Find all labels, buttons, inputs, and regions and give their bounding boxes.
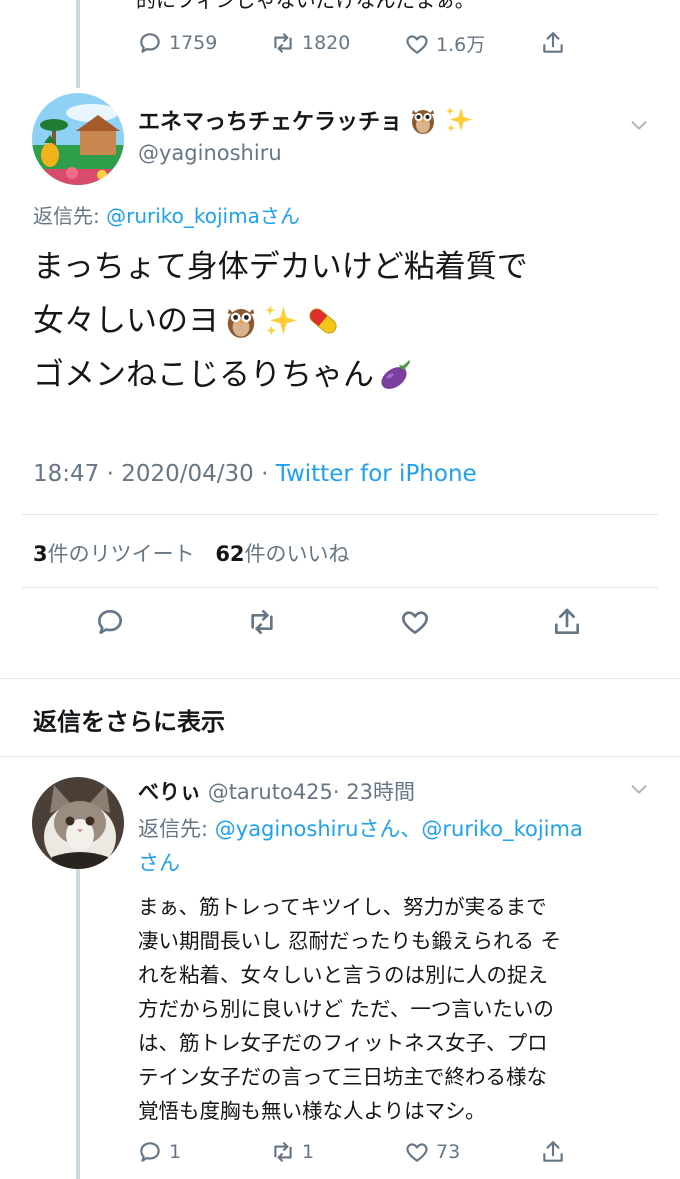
sparkles-emoji [265, 305, 297, 336]
reply-tweet-body: まぁ、筋トレってキツイし、努力が実るまで 凄い期間長いし 忍耐だったりも鍛えられ… [138, 890, 561, 1128]
main-handle[interactable]: @yaginoshiru [138, 141, 282, 165]
owl-emoji [227, 309, 255, 338]
main-reply-button[interactable] [94, 606, 126, 638]
main-tweet-source[interactable]: Twitter for iPhone [276, 461, 477, 487]
owl-emoji [412, 110, 435, 134]
reply-avatar-image [32, 777, 124, 869]
retweet-icon [274, 33, 292, 53]
main-tweet-body: まっちょて身体デカいけど粘着質で 女々しいのヨ ゴメンねこじるりちゃん [33, 240, 528, 402]
avatar[interactable] [32, 93, 124, 185]
main-tweet-line-3-text: ゴメンねこじるりちゃん [33, 357, 374, 393]
reply-icon [140, 1142, 160, 1162]
reply-handle[interactable]: @taruto425 [208, 780, 333, 804]
reply-display-name[interactable]: べりぃ [138, 780, 201, 804]
reply-retweet-count: 1 [302, 1141, 315, 1163]
main-tweet-line-2-text: 女々しいのヨ [33, 303, 219, 339]
main-author[interactable]: エネマっちチェケラッチョ [138, 104, 474, 136]
reply-reply-to: 返信先: @yaginoshiruさん、@ruriko_kojima さん [138, 812, 583, 880]
reply-line-6: テイン女子だの言って三日坊主で終わる様な [138, 1065, 547, 1089]
main-reply-to-link[interactable]: @ruriko_kojimaさん [106, 204, 300, 228]
thread-line-reply [76, 869, 80, 1179]
share-icon [543, 32, 563, 53]
divider [0, 756, 680, 757]
reply-line-7: 覚悟も度胸も無い様な人よりはマシ。 [138, 1099, 486, 1123]
chevron-down-icon [631, 785, 647, 794]
main-tweet-time: 18:47 · 2020/04/30 · [33, 461, 276, 487]
share-icon [555, 608, 579, 634]
reply-icon [140, 33, 160, 53]
divider [22, 514, 658, 515]
reply-line-5: は、筋トレ女子だのフィットネス女子、プロ [138, 1031, 548, 1055]
avatar-image [32, 93, 124, 185]
retweet-stat-label: 件のリツイート [47, 542, 195, 566]
chevron-down-icon [631, 121, 647, 130]
reply-tweet-menu[interactable] [628, 778, 650, 804]
thread-line-top [76, 0, 80, 88]
like-icon [406, 1143, 428, 1162]
prev-reply-button[interactable]: 1759 [137, 30, 217, 56]
like-stat[interactable]: 62件のいいね [215, 542, 349, 566]
reply-reply-count: 1 [169, 1141, 182, 1163]
reply-line-2: 凄い期間長いし 忍耐だったりも鍛えられる そ [138, 929, 562, 953]
prev-retweet-button[interactable]: 1820 [270, 30, 350, 56]
reply-reply-button[interactable]: 1 [137, 1139, 181, 1165]
main-retweet-button[interactable] [246, 606, 278, 638]
retweet-icon [274, 1142, 292, 1162]
reply-header: べりぃ @taruto425· 23時間 [138, 776, 415, 806]
share-icon [543, 1141, 563, 1162]
retweet-stat[interactable]: 3件のリツイート [33, 542, 201, 566]
prev-tweet-text: 的にフィンじゃないだけなんだまぁ。 [136, 0, 475, 12]
main-tweet-menu[interactable] [628, 114, 650, 140]
reply-share-button[interactable] [540, 1139, 566, 1165]
like-stat-label: 件のいいね [244, 542, 350, 566]
sparkles-emoji [446, 107, 473, 132]
reply-like-button[interactable]: 73 [404, 1139, 460, 1165]
reply-reply-to-suffix[interactable]: さん [138, 846, 583, 880]
reply-retweet-button[interactable]: 1 [270, 1139, 314, 1165]
reply-line-3: れを粘着、女々しいと言うのは別に人の捉え [138, 963, 548, 987]
prev-share-button[interactable] [540, 30, 566, 56]
main-share-button[interactable] [551, 606, 583, 638]
main-display-name: エネマっちチェケラッチョ [138, 110, 403, 135]
like-icon [402, 611, 428, 634]
reply-icon [98, 610, 122, 634]
prev-retweet-count: 1820 [302, 32, 351, 54]
main-reply-to: 返信先: @ruriko_kojimaさん [33, 200, 300, 229]
main-tweet-stats: 3件のリツイート 62件のいいね [33, 538, 350, 568]
reply-line-4: 方だから別に良いけど ただ、一つ言いたいの [138, 997, 554, 1021]
main-tweet-line-2: 女々しいのヨ [33, 294, 528, 348]
reply-reply-to-link[interactable]: @yaginoshiruさん、@ruriko_kojima [215, 817, 583, 841]
like-stat-count: 62 [215, 542, 245, 566]
like-icon [406, 34, 428, 54]
prev-like-button[interactable]: 1.6万 [404, 30, 485, 57]
reply-avatar[interactable] [32, 777, 124, 869]
reply-like-count: 73 [436, 1141, 461, 1163]
prev-reply-count: 1759 [169, 32, 218, 54]
pill-emoji [309, 308, 337, 334]
retweet-icon [251, 610, 273, 634]
eggplant-emoji [381, 360, 410, 389]
more-replies-title[interactable]: 返信をさらに表示 [33, 702, 225, 737]
retweet-stat-count: 3 [33, 542, 48, 566]
prev-like-count: 1.6万 [436, 34, 486, 56]
main-like-button[interactable] [399, 606, 431, 638]
reply-reply-prefix: 返信先: [138, 817, 215, 841]
reply-line-1: まぁ、筋トレってキツイし、努力が実るまで [138, 895, 547, 919]
divider [22, 587, 658, 588]
main-tweet-meta: 18:47 · 2020/04/30 · Twitter for iPhone [33, 461, 477, 487]
main-tweet-line-1: まっちょて身体デカいけど粘着質で [33, 249, 528, 285]
reply-time[interactable]: · 23時間 [333, 780, 415, 804]
section-gap [0, 678, 680, 679]
main-tweet-line-3: ゴメンねこじるりちゃん [33, 348, 528, 402]
main-reply-prefix: 返信先: [33, 204, 107, 228]
